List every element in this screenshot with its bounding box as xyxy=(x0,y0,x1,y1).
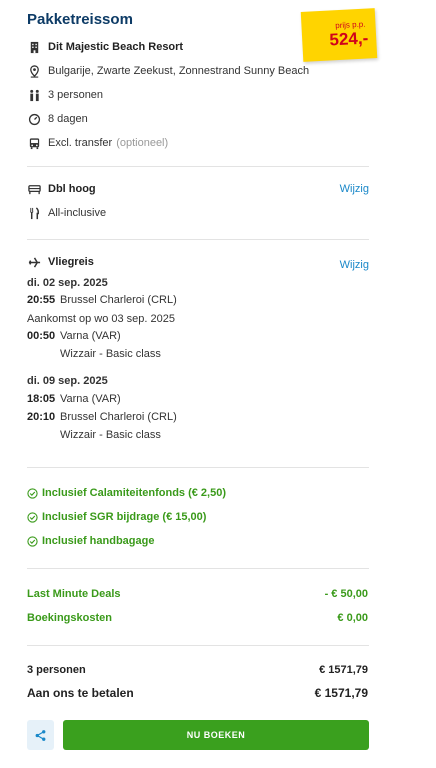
booking-fee-label: Boekingskosten xyxy=(27,612,112,624)
inclusion-item: Inclusief SGR bijdrage (€ 15,00) xyxy=(27,511,206,523)
check-circle-icon xyxy=(27,511,38,523)
transfer-note: (optioneel) xyxy=(116,137,169,149)
flight-row: Vliegreis xyxy=(27,253,94,271)
pay-total-value: € 1571,79 xyxy=(314,686,368,700)
divider xyxy=(27,568,369,569)
transfer-row: Excl. transfer (optioneel) xyxy=(27,134,168,152)
deal-label: Last Minute Deals xyxy=(27,588,121,600)
divider xyxy=(27,166,369,167)
departure-airport: Varna (VAR) xyxy=(60,393,121,405)
inbound-arrival: 20:10 Brussel Charleroi (CRL) xyxy=(27,409,177,425)
inclusion-item: Inclusief Calamiteitenfonds (€ 2,50) xyxy=(27,487,226,499)
share-button[interactable] xyxy=(27,720,54,750)
arrival-airport: Varna (VAR) xyxy=(60,330,121,342)
hotel-row: Dit Majestic Beach Resort xyxy=(27,38,183,56)
flight-title: Vliegreis xyxy=(48,256,94,268)
departure-time: 18:05 xyxy=(27,393,56,405)
departure-time: 20:55 xyxy=(27,294,56,306)
room-row: Dbl hoog xyxy=(27,180,96,198)
people-icon xyxy=(27,88,41,102)
divider xyxy=(27,467,369,468)
divider xyxy=(27,645,369,646)
board-text: All-inclusive xyxy=(48,207,107,219)
room-type: Dbl hoog xyxy=(48,183,96,195)
location-pin-icon xyxy=(27,64,41,78)
persons-text: 3 personen xyxy=(48,89,104,101)
airplane-icon xyxy=(27,255,41,269)
inclusion-label: Inclusief Calamiteitenfonds (€ 2,50) xyxy=(42,487,226,499)
inclusion-label: Inclusief SGR bijdrage (€ 15,00) xyxy=(42,511,207,523)
inclusion-item: Inclusief handbagage xyxy=(27,535,154,547)
duration-text: 8 dagen xyxy=(48,113,88,125)
inbound-carrier: Wizzair - Basic class xyxy=(60,429,161,441)
building-icon xyxy=(27,40,41,54)
outbound-departure: 20:55 Brussel Charleroi (CRL) xyxy=(27,292,177,308)
board-row: All-inclusive xyxy=(27,204,106,222)
inclusion-label: Inclusief handbagage xyxy=(42,535,155,547)
bed-icon xyxy=(27,182,41,196)
duration-row: 8 dagen xyxy=(27,110,88,128)
arrival-airport: Brussel Charleroi (CRL) xyxy=(60,411,177,423)
check-circle-icon xyxy=(27,535,38,547)
price-value: 524,- xyxy=(329,28,369,50)
outbound-arrival: 00:50 Varna (VAR) xyxy=(27,328,121,344)
persons-total-value: € 1571,79 xyxy=(319,664,368,676)
timer-icon xyxy=(27,112,41,126)
arrival-time: 00:50 xyxy=(27,330,56,342)
arrival-time: 20:10 xyxy=(27,411,56,423)
check-circle-icon xyxy=(27,487,38,499)
inbound-date: di. 09 sep. 2025 xyxy=(27,375,108,387)
location-row: Bulgarije, Zwarte Zeekust, Zonnestrand S… xyxy=(27,62,309,80)
share-icon xyxy=(35,729,46,741)
change-room-link[interactable]: Wijzig xyxy=(340,183,369,195)
deal-value: - € 50,00 xyxy=(324,588,368,600)
transfer-text: Excl. transfer xyxy=(48,137,113,149)
persons-row: 3 personen xyxy=(27,86,103,104)
change-flight-link[interactable]: Wijzig xyxy=(340,259,369,271)
outbound-carrier: Wizzair - Basic class xyxy=(60,348,161,360)
bus-icon xyxy=(27,136,41,150)
hotel-name: Dit Majestic Beach Resort xyxy=(48,41,184,53)
cutlery-icon xyxy=(27,206,41,220)
pay-total-label: Aan ons te betalen xyxy=(27,686,134,700)
divider xyxy=(27,239,369,240)
outbound-date: di. 02 sep. 2025 xyxy=(27,277,108,289)
page-title: Pakketreissom xyxy=(27,11,133,28)
inbound-departure: 18:05 Varna (VAR) xyxy=(27,391,121,407)
departure-airport: Brussel Charleroi (CRL) xyxy=(60,294,177,306)
booking-fee-value: € 0,00 xyxy=(337,612,368,624)
persons-total-label: 3 personen xyxy=(27,664,86,676)
book-now-button[interactable]: NU BOEKEN xyxy=(63,720,369,750)
location-text: Bulgarije, Zwarte Zeekust, Zonnestrand S… xyxy=(48,65,310,77)
arrival-note: Aankomst op wo 03 sep. 2025 xyxy=(27,313,175,325)
price-badge: prijs p.p. 524,- xyxy=(300,8,378,62)
